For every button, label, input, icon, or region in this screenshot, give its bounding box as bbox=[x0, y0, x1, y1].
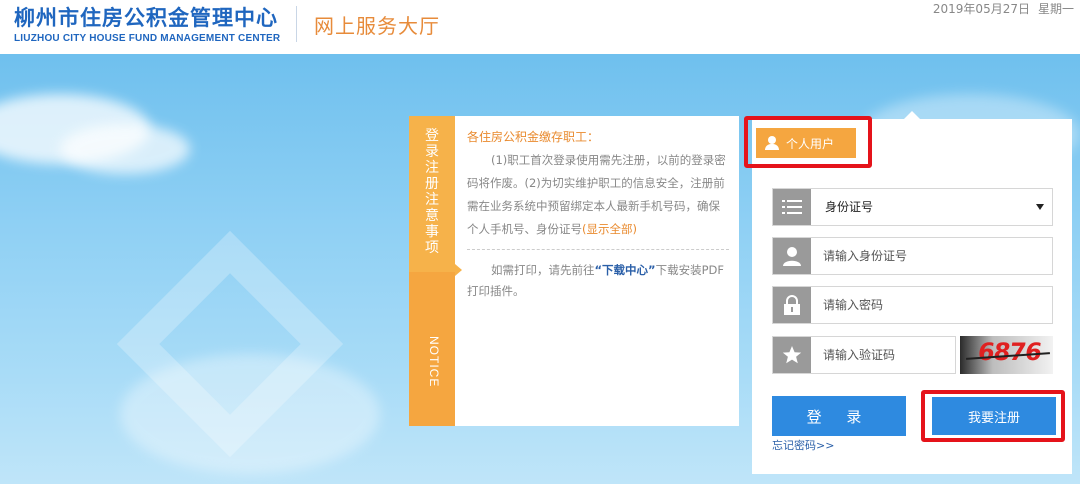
date-display: 2019年05月27日 星期一 bbox=[925, 0, 1074, 17]
logo-english-name: LIUZHOU CITY HOUSE FUND MANAGEMENT CENTE… bbox=[14, 33, 281, 44]
show-all-link[interactable]: (显示全部) bbox=[582, 222, 637, 236]
password-field bbox=[772, 286, 1053, 324]
notice-tab-arrow bbox=[455, 264, 462, 276]
password-input[interactable] bbox=[811, 287, 1051, 323]
id-type-select[interactable]: 身份证号 bbox=[772, 188, 1053, 226]
captcha-field bbox=[772, 336, 956, 374]
notice-side-tab: 登录注册注意事项 NOTICE bbox=[409, 116, 455, 426]
logo-chinese-name: 柳州市住房公积金管理中心 bbox=[14, 6, 278, 30]
current-weekday: 星期一 bbox=[1037, 2, 1074, 16]
notice-divider bbox=[467, 249, 729, 250]
list-icon bbox=[773, 189, 811, 225]
captcha-input[interactable] bbox=[811, 337, 956, 373]
download-center-link[interactable]: “下载中心” bbox=[595, 263, 656, 277]
login-panel-notch bbox=[904, 111, 920, 119]
notice-print-paragraph: 如需打印，请先前往“下载中心”下载安装PDF打印插件。 bbox=[467, 263, 725, 298]
lock-icon bbox=[773, 287, 811, 323]
captcha-code: 6876 bbox=[976, 338, 1043, 366]
notice-paragraph: (1)职工首次登录使用需先注册，以前的登录密码将作废。(2)为切实维护职工的信息… bbox=[467, 153, 726, 236]
id-number-field bbox=[772, 237, 1053, 275]
dropdown-caret-icon bbox=[1036, 204, 1044, 210]
hall-title: 网上服务大厅 bbox=[314, 14, 440, 38]
notice-heading: 各住房公积金缴存职工： bbox=[467, 130, 600, 144]
notice-panel: 登录注册注意事项 NOTICE 各住房公积金缴存职工： (1)职工首次登录使用需… bbox=[409, 116, 739, 426]
notice-vertical-title: 登录注册注意事项 bbox=[425, 128, 439, 256]
star-icon bbox=[773, 337, 811, 373]
current-date: 2019年05月27日 bbox=[932, 2, 1030, 16]
site-logo[interactable]: 柳州市住房公积金管理中心 LIUZHOU CITY HOUSE FUND MAN… bbox=[14, 6, 280, 45]
person-icon bbox=[773, 238, 811, 274]
notice-body: 各住房公积金缴存职工： (1)职工首次登录使用需先注册，以前的登录密码将作废。(… bbox=[467, 128, 731, 302]
header: 柳州市住房公积金管理中心 LIUZHOU CITY HOUSE FUND MAN… bbox=[0, 0, 1080, 54]
personal-user-tab-highlight: 个人用户 bbox=[744, 116, 872, 168]
personal-user-label: 个人用户 bbox=[786, 136, 835, 151]
login-button[interactable]: 登 录 bbox=[772, 396, 906, 436]
forgot-password-link[interactable]: 忘记密码>> bbox=[772, 437, 834, 453]
tab-personal-user[interactable]: 个人用户 bbox=[756, 128, 856, 158]
id-type-value: 身份证号 bbox=[825, 200, 874, 214]
user-icon bbox=[764, 136, 780, 150]
register-button[interactable]: 我要注册 bbox=[932, 397, 1056, 435]
notice-english-label: NOTICE bbox=[427, 336, 441, 388]
captcha-image[interactable]: 6876 bbox=[960, 336, 1053, 374]
header-divider bbox=[296, 6, 297, 42]
id-number-input[interactable] bbox=[811, 238, 1051, 274]
